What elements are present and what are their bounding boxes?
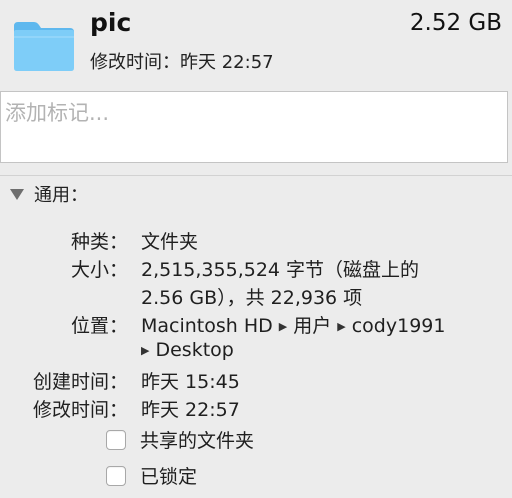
modified-summary: 修改时间：昨天 22:57: [90, 52, 274, 73]
locked-label: 已锁定: [140, 466, 198, 488]
disclosure-triangle-icon[interactable]: [10, 188, 24, 200]
general-section-toggle[interactable]: 通用：: [10, 182, 88, 206]
folder-icon: [14, 22, 74, 71]
size-value-line2: 2.56 GB），共 22,936 项: [141, 287, 363, 309]
tags-input[interactable]: [0, 91, 508, 163]
general-section-title: 通用：: [34, 185, 88, 206]
kind-value: 文件夹: [141, 231, 199, 253]
modified-value: 昨天 22:57: [141, 399, 240, 421]
kind-label: 种类：: [70, 231, 128, 253]
path-segment-volume[interactable]: Macintosh HD: [141, 315, 273, 337]
where-path-line1: Macintosh HD ▶ 用户 ▶ cody1991: [141, 311, 445, 338]
locked-row[interactable]: 已锁定: [106, 462, 197, 489]
shared-folder-row[interactable]: 共享的文件夹: [106, 426, 254, 453]
shared-folder-label: 共享的文件夹: [140, 430, 255, 452]
shared-folder-checkbox[interactable]: [106, 429, 126, 450]
path-segment-users[interactable]: 用户: [293, 315, 331, 337]
where-path-line2: ▶ Desktop: [141, 339, 234, 361]
item-size: 2.52 GB: [409, 10, 502, 36]
size-label: 大小：: [70, 259, 128, 281]
item-name: pic: [90, 8, 132, 37]
size-value-line1: 2,515,355,524 字节（磁盘上的: [141, 259, 420, 281]
locked-checkbox[interactable]: [106, 465, 126, 486]
path-segment-desktop[interactable]: Desktop: [155, 339, 233, 361]
path-arrow-icon: ▶: [278, 320, 288, 333]
info-header: pic 2.52 GB 修改时间：昨天 22:57: [0, 0, 512, 88]
where-label: 位置：: [70, 315, 128, 337]
path-segment-user[interactable]: cody1991: [352, 315, 446, 337]
section-divider: [0, 175, 512, 176]
created-label: 创建时间：: [32, 371, 128, 393]
path-arrow-icon: ▶: [337, 320, 346, 333]
created-value: 昨天 15:45: [141, 371, 240, 393]
modified-label: 修改时间：: [32, 399, 128, 421]
path-arrow-icon: ▶: [141, 344, 150, 357]
